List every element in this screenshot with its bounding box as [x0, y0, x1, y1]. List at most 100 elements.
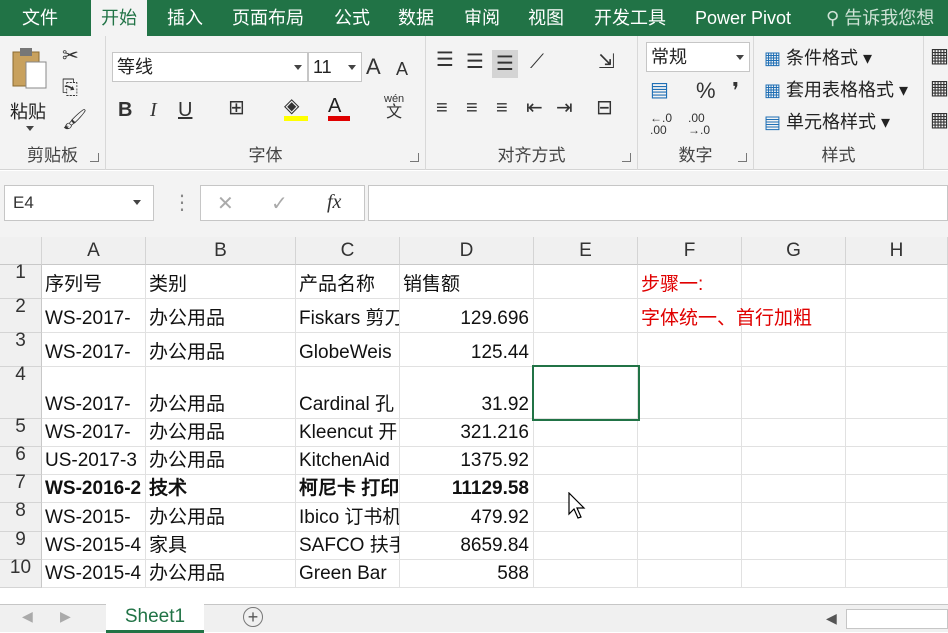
cell-H3[interactable]: [846, 333, 948, 367]
format-as-table-button[interactable]: ▦ 套用表格格式 ▾: [764, 76, 908, 102]
hscroll-left-icon[interactable]: ◀: [826, 611, 837, 625]
cell-G4[interactable]: [742, 367, 846, 419]
number-format-select[interactable]: 常规: [646, 42, 750, 72]
cell-C5[interactable]: Kleencut 开: [296, 419, 400, 447]
insert-function-icon[interactable]: fx: [327, 192, 341, 212]
number-launcher-icon[interactable]: [738, 153, 747, 162]
cell-F10[interactable]: [638, 560, 742, 588]
add-sheet-button[interactable]: +: [243, 607, 263, 627]
cell-H2[interactable]: [846, 299, 948, 333]
cell-E3[interactable]: [534, 333, 638, 367]
fill-color-icon[interactable]: ◈: [284, 96, 308, 121]
column-header-g[interactable]: G: [742, 237, 846, 265]
increase-decimal-icon[interactable]: ←.0.00: [650, 112, 672, 136]
cell-H6[interactable]: [846, 447, 948, 475]
cell-F2[interactable]: 字体统一、首行加粗: [638, 299, 812, 333]
tab-view[interactable]: 视图: [528, 0, 564, 36]
cell-F5[interactable]: [638, 419, 742, 447]
cell-H9[interactable]: [846, 532, 948, 560]
cell-C4[interactable]: Cardinal 孔: [296, 367, 400, 419]
copy-icon[interactable]: ⎘: [62, 78, 78, 98]
cell-H4[interactable]: [846, 367, 948, 419]
cell-E4[interactable]: [532, 365, 640, 421]
tab-data[interactable]: 数据: [398, 0, 434, 36]
scroll-right-icon[interactable]: ▶: [60, 609, 71, 623]
underline-button[interactable]: U: [178, 100, 192, 120]
cell-A3[interactable]: WS-2017-: [42, 333, 146, 367]
column-header-b[interactable]: B: [146, 237, 296, 265]
percent-button[interactable]: %: [696, 80, 716, 102]
tab-insert[interactable]: 插入: [167, 0, 203, 36]
cell-G7[interactable]: [742, 475, 846, 503]
enter-icon[interactable]: ✓: [271, 194, 288, 214]
column-header-d[interactable]: D: [400, 237, 534, 265]
column-header-e[interactable]: E: [534, 237, 638, 265]
alignment-launcher-icon[interactable]: [622, 153, 631, 162]
accounting-format-icon[interactable]: ▤: [650, 80, 669, 100]
align-center-icon[interactable]: ≡: [466, 98, 478, 118]
cell-C8[interactable]: Ibico 订书机: [296, 503, 400, 532]
cell-A2[interactable]: WS-2017-: [42, 299, 146, 333]
cell-A6[interactable]: US-2017-3: [42, 447, 146, 475]
cell-C7[interactable]: 柯尼卡 打印: [296, 475, 400, 503]
column-header-a[interactable]: A: [42, 237, 146, 265]
align-left-icon[interactable]: ≡: [436, 98, 448, 118]
cell-A7[interactable]: WS-2016-2: [42, 475, 146, 503]
tell-me-box[interactable]: ⚲ 告诉我您想: [826, 0, 934, 36]
cell-F7[interactable]: [638, 475, 742, 503]
cell-B4[interactable]: 办公用品: [146, 367, 296, 419]
cell-C9[interactable]: SAFCO 扶手: [296, 532, 400, 560]
align-right-icon[interactable]: ≡: [496, 98, 508, 118]
font-color-icon[interactable]: A: [328, 96, 350, 121]
cell-G5[interactable]: [742, 419, 846, 447]
formula-input[interactable]: [368, 185, 948, 221]
comma-button[interactable]: ❜: [732, 80, 739, 102]
format-painter-icon[interactable]: 🖌: [62, 110, 87, 130]
phonetic-icon[interactable]: wén 文: [384, 94, 404, 121]
italic-button[interactable]: I: [150, 100, 157, 120]
cell-D8[interactable]: 479.92: [400, 503, 534, 532]
cell-F4[interactable]: [638, 367, 742, 419]
cell-styles-button[interactable]: ▤ 单元格样式 ▾: [764, 108, 890, 134]
borders-icon[interactable]: ⊞: [228, 98, 245, 118]
cell-C6[interactable]: KitchenAid: [296, 447, 400, 475]
format-cells-icon[interactable]: ▦: [930, 110, 948, 130]
cell-A4[interactable]: WS-2017-: [42, 367, 146, 419]
row-header-10[interactable]: 10: [0, 557, 42, 588]
cut-icon[interactable]: ✂: [62, 46, 79, 66]
cell-H5[interactable]: [846, 419, 948, 447]
cell-H1[interactable]: [846, 265, 948, 299]
cell-B9[interactable]: 家具: [146, 532, 296, 560]
cell-C10[interactable]: Green Bar: [296, 560, 400, 588]
cell-D9[interactable]: 8659.84: [400, 532, 534, 560]
column-header-c[interactable]: C: [296, 237, 400, 265]
cell-G10[interactable]: [742, 560, 846, 588]
cell-D10[interactable]: 588: [400, 560, 534, 588]
cancel-icon[interactable]: ✕: [217, 194, 234, 214]
cell-B7[interactable]: 技术: [146, 475, 296, 503]
font-name-select[interactable]: 等线: [112, 52, 308, 82]
column-header-f[interactable]: F: [638, 237, 742, 265]
tab-home[interactable]: 开始: [91, 0, 147, 36]
cell-B6[interactable]: 办公用品: [146, 447, 296, 475]
cell-B1[interactable]: 类别: [146, 265, 296, 299]
bold-button[interactable]: B: [118, 100, 132, 120]
insert-cells-icon[interactable]: ▦: [930, 46, 948, 66]
clipboard-launcher-icon[interactable]: [90, 153, 99, 162]
cell-D7[interactable]: 11129.58: [400, 475, 534, 503]
cell-C3[interactable]: GlobeWeis: [296, 333, 400, 367]
cell-G3[interactable]: [742, 333, 846, 367]
font-launcher-icon[interactable]: [410, 153, 419, 162]
cell-E6[interactable]: [534, 447, 638, 475]
tab-review[interactable]: 审阅: [464, 0, 500, 36]
cell-A5[interactable]: WS-2017-: [42, 419, 146, 447]
cell-A9[interactable]: WS-2015-4: [42, 532, 146, 560]
align-bottom-icon[interactable]: ☰: [492, 50, 518, 78]
align-middle-icon[interactable]: ☰: [466, 52, 484, 72]
column-header-h[interactable]: H: [846, 237, 948, 265]
tab-developer[interactable]: 开发工具: [594, 0, 666, 36]
cell-G1[interactable]: [742, 265, 846, 299]
cell-F9[interactable]: [638, 532, 742, 560]
name-box[interactable]: E4: [4, 185, 154, 221]
decrease-indent-icon[interactable]: ⇤: [526, 98, 543, 118]
